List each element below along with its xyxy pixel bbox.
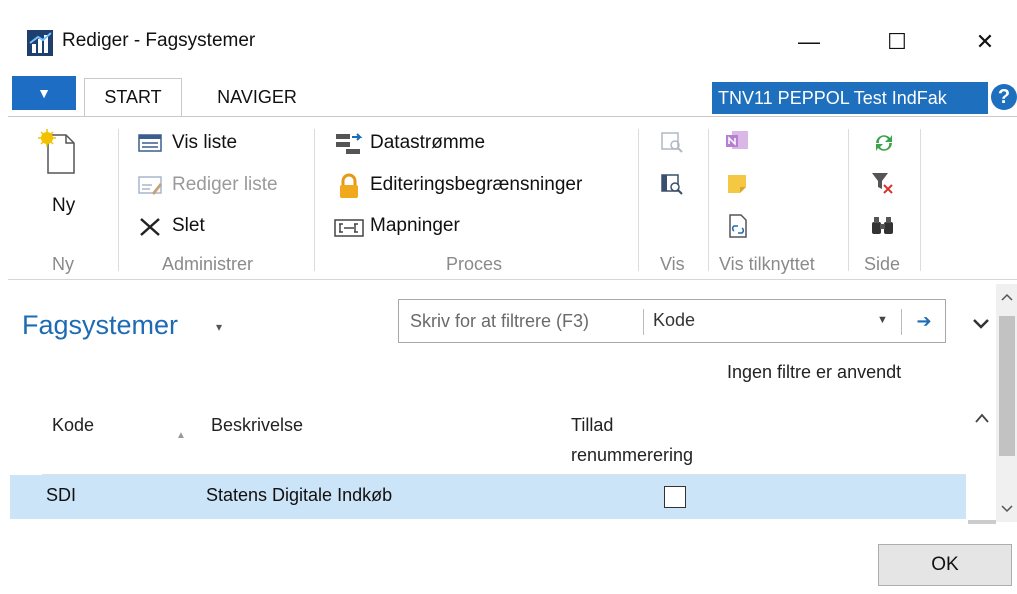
cell-kode[interactable]: SDI [46,485,76,506]
ribbon: Ny Ny Vis liste Rediger liste Slet Admin… [8,116,1017,280]
filter-box: Kode ▼ ➔ [398,299,946,343]
rediger-liste-button[interactable]: Rediger liste [138,171,308,201]
cell-tillad-renummerering-checkbox[interactable] [664,486,686,508]
ny-button[interactable]: Ny [30,129,90,229]
list-view-icon [138,134,162,152]
filter-input[interactable] [399,300,643,342]
apply-filter-arrow-icon[interactable]: ➔ [909,306,939,336]
group-label-vis: Vis [660,254,685,274]
ok-button[interactable]: OK [878,544,1012,586]
tab-naviger[interactable]: NAVIGER [196,78,318,116]
filter-field-dropdown-icon[interactable]: ▼ [877,314,888,326]
delete-icon [140,218,160,236]
group-label-side: Side [864,254,901,274]
mapninger-label: Mapninger [370,215,460,236]
slet-label: Slet [172,215,205,236]
column-header-kode[interactable]: Kode [52,410,94,440]
note-icon[interactable] [726,173,750,195]
group-separator [314,129,315,271]
group-separator [708,129,709,271]
vis-liste-label: Vis liste [172,132,238,153]
help-icon[interactable]: ? [991,84,1017,110]
editeringsbegraensninger-button[interactable]: Editeringsbegrænsninger [334,171,624,201]
view-details-icon[interactable] [660,173,684,195]
minimize-button[interactable]: — [786,22,832,62]
app-icon [27,30,53,56]
ny-button-label: Ny [52,195,76,216]
find-icon[interactable] [870,214,896,238]
lock-icon [340,173,358,198]
datastromme-label: Datastrømme [370,132,486,153]
group-separator [920,129,921,271]
page-scroll-thumb[interactable] [999,316,1015,456]
filter-separator [643,309,644,335]
group-label-vis-tilknyttet: Vis tilknyttet [719,254,815,274]
page-title[interactable]: Fagsystemer [22,310,178,341]
maximize-button[interactable]: ☐ [874,22,920,62]
column-header-line: Tillad [571,415,614,435]
filter-field-select[interactable]: Kode [653,310,695,331]
close-button[interactable]: ✕ [962,22,1008,62]
row-background [10,475,966,519]
view-icon[interactable] [660,131,684,153]
grid-scroll-up-icon[interactable] [974,412,990,424]
edit-list-icon [138,176,162,195]
filter-status: Ingen filtre er anvendt [727,362,902,382]
datastromme-button[interactable]: Datastrømme [334,129,534,159]
ribbon-tab-row: ▼ START NAVIGER TNV11 PEPPOL Test IndFak… [0,74,1017,116]
column-header-line: renummerering [571,445,694,465]
application-menu-button[interactable]: ▼ [12,76,76,110]
group-label-administrer: Administrer [162,254,254,274]
group-separator [118,129,119,271]
group-label-ny: Ny [52,254,74,274]
data-stream-icon [336,133,363,154]
filter-separator [901,309,902,335]
new-document-icon [38,129,75,174]
group-label-proces: Proces [446,254,503,274]
mapninger-button[interactable]: Mapninger [334,212,494,242]
menu-dropdown-icon: ▼ [37,85,51,101]
slet-button[interactable]: Slet [138,212,238,242]
group-separator [848,129,849,271]
page-scroll-down-icon[interactable] [1000,504,1014,514]
onenote-icon[interactable] [724,129,750,153]
chevron-down-icon[interactable] [970,312,992,334]
title-bar: Rediger - Fagsystemer — ☐ ✕ [0,0,1017,70]
page-scroll-up-icon[interactable] [1000,292,1014,302]
link-document-icon[interactable] [726,213,750,239]
cell-beskrivelse[interactable]: Statens Digitale Indkøb [206,485,392,506]
window-title: Rediger - Fagsystemer [62,30,256,51]
clear-filter-icon[interactable] [870,171,896,195]
tab-start[interactable]: START [84,78,182,116]
sort-ascending-icon: ▲ [176,430,186,441]
vis-liste-button[interactable]: Vis liste [138,129,298,159]
mapping-icon [334,219,364,237]
group-separator [638,129,639,271]
rediger-liste-label: Rediger liste [172,174,278,195]
column-header-beskrivelse[interactable]: Beskrivelse [211,410,303,440]
grid-scroll-thumb[interactable] [968,520,996,524]
editeringsbegraensninger-label: Editeringsbegrænsninger [370,174,583,195]
refresh-icon[interactable] [872,131,896,155]
page-title-dropdown-icon[interactable]: ▾ [216,320,222,334]
company-name: TNV11 PEPPOL Test IndFak [712,82,988,114]
